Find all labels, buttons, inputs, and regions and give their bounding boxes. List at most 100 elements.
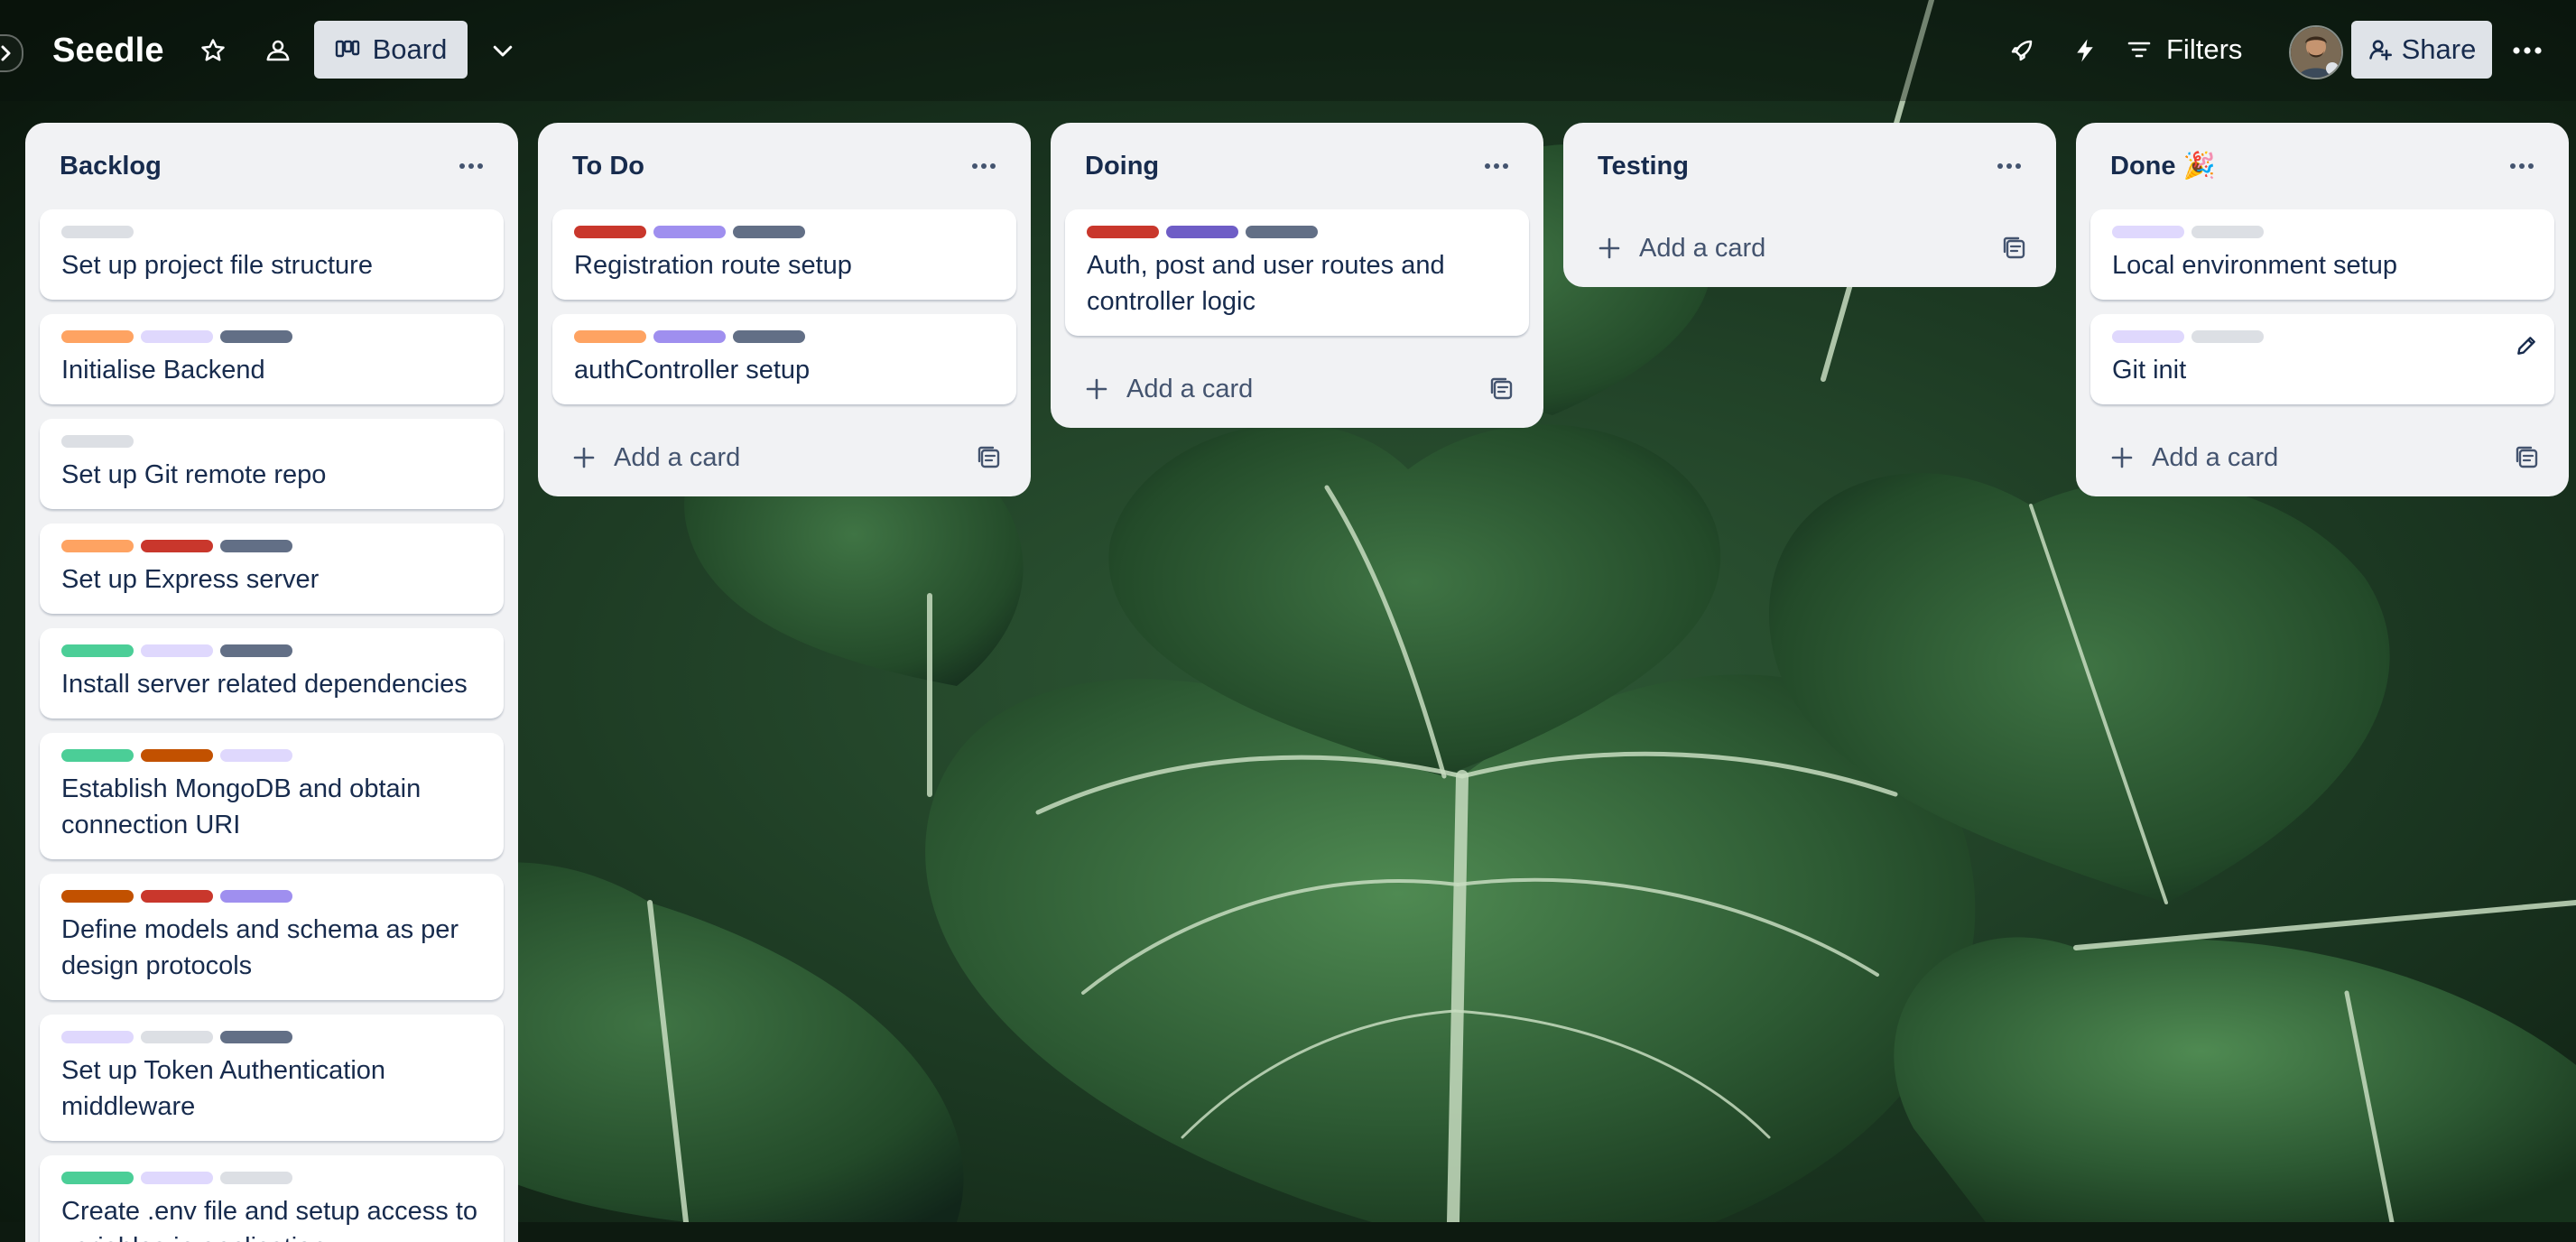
- create-from-template-button[interactable]: [1484, 371, 1520, 407]
- add-card-button[interactable]: Add a card: [2110, 443, 2278, 473]
- add-card-button[interactable]: Add a card: [1085, 375, 1253, 404]
- card-label-red[interactable]: [141, 890, 213, 903]
- list-header[interactable]: To Do: [552, 123, 1016, 209]
- list-2[interactable]: Doing Auth, post and user routes and con…: [1051, 123, 1543, 428]
- card-label-lavender[interactable]: [141, 330, 213, 343]
- card-title: Define models and schema as per design p…: [61, 915, 459, 980]
- view-switcher-button[interactable]: [479, 27, 526, 74]
- card-list: Auth, post and user routes and controlle…: [1065, 209, 1529, 336]
- list-menu-button[interactable]: [451, 146, 491, 186]
- card-label-orange[interactable]: [574, 330, 646, 343]
- card-label-orange[interactable]: [61, 330, 134, 343]
- card-labels: [61, 749, 482, 762]
- card-labels: [61, 435, 482, 448]
- list-1[interactable]: To Do Registration route setup authContr…: [538, 123, 1031, 496]
- list-header[interactable]: Testing: [1578, 123, 2042, 209]
- card-label-rust[interactable]: [61, 890, 134, 903]
- create-from-template-button[interactable]: [2509, 440, 2545, 476]
- card-label-slate[interactable]: [733, 226, 805, 238]
- card-label-slate[interactable]: [220, 644, 292, 657]
- card-label-slate[interactable]: [733, 330, 805, 343]
- list-header[interactable]: Backlog: [40, 123, 504, 209]
- card[interactable]: Registration route setup: [552, 209, 1016, 300]
- card[interactable]: Set up Git remote repo: [40, 419, 504, 509]
- card[interactable]: Auth, post and user routes and controlle…: [1065, 209, 1529, 336]
- list-menu-button[interactable]: [1989, 146, 2029, 186]
- card[interactable]: Set up project file structure: [40, 209, 504, 300]
- board-menu-button[interactable]: [2504, 27, 2551, 74]
- add-card-button[interactable]: Add a card: [572, 443, 740, 473]
- card-label-red[interactable]: [1087, 226, 1159, 238]
- card[interactable]: Initialise Backend: [40, 314, 504, 404]
- plus-icon: [573, 447, 595, 468]
- add-person-icon: [2368, 40, 2392, 60]
- card[interactable]: Create .env file and setup access to var…: [40, 1155, 504, 1242]
- card-list: Set up project file structure Initialise…: [40, 209, 504, 1242]
- share-button[interactable]: Share: [2351, 21, 2492, 79]
- card-label-gray[interactable]: [2191, 330, 2264, 343]
- list-0[interactable]: Backlog Set up project file structure In…: [25, 123, 518, 1242]
- create-from-template-button[interactable]: [971, 440, 1007, 476]
- card[interactable]: Establish MongoDB and obtain connection …: [40, 733, 504, 859]
- filters-button[interactable]: Filters: [2127, 23, 2242, 76]
- list-title[interactable]: Doing: [1085, 152, 1159, 181]
- sidebar-expand-button[interactable]: [0, 34, 23, 72]
- list-title[interactable]: Testing: [1598, 152, 1689, 181]
- list-4[interactable]: Done 🎉 Local environment setup Git init …: [2076, 123, 2569, 496]
- member-avatar[interactable]: [2289, 25, 2343, 79]
- card[interactable]: Install server related dependencies: [40, 628, 504, 718]
- board-title[interactable]: Seedle: [52, 27, 164, 74]
- card-label-green[interactable]: [61, 1172, 134, 1184]
- list-header[interactable]: Done 🎉: [2090, 123, 2554, 209]
- add-card-label: Add a card: [1126, 374, 1254, 403]
- list-title[interactable]: Done 🎉: [2110, 151, 2216, 181]
- card[interactable]: Set up Token Authentication middleware: [40, 1015, 504, 1141]
- card-label-gray[interactable]: [2191, 226, 2264, 238]
- list-title[interactable]: To Do: [572, 152, 644, 181]
- card[interactable]: authController setup: [552, 314, 1016, 404]
- list-3[interactable]: Testing Add a card: [1563, 123, 2056, 287]
- star-button[interactable]: [190, 27, 236, 74]
- card-label-green[interactable]: [61, 749, 134, 762]
- list-title[interactable]: Backlog: [60, 152, 162, 181]
- list-header[interactable]: Doing: [1065, 123, 1529, 209]
- board-view-button[interactable]: Board: [314, 21, 468, 79]
- card-label-lavender[interactable]: [2112, 330, 2184, 343]
- card-label-lavender[interactable]: [61, 1031, 134, 1043]
- list-menu-button[interactable]: [2502, 146, 2542, 186]
- card-label-gray[interactable]: [61, 435, 134, 448]
- list-menu-button[interactable]: [1477, 146, 1516, 186]
- card-label-green[interactable]: [61, 644, 134, 657]
- card[interactable]: Local environment setup: [2090, 209, 2554, 300]
- card[interactable]: Git init: [2090, 314, 2554, 404]
- card-label-purple[interactable]: [653, 226, 726, 238]
- card-label-slate[interactable]: [220, 540, 292, 552]
- card-label-gray[interactable]: [141, 1031, 213, 1043]
- automation-button[interactable]: [2062, 27, 2108, 74]
- card-label-lavender[interactable]: [220, 749, 292, 762]
- add-card-button[interactable]: Add a card: [1598, 234, 1765, 264]
- card-label-rust[interactable]: [141, 749, 213, 762]
- card-label-slate[interactable]: [220, 1031, 292, 1043]
- card-label-purple[interactable]: [220, 890, 292, 903]
- card-label-slate[interactable]: [220, 330, 292, 343]
- card[interactable]: Define models and schema as per design p…: [40, 874, 504, 1000]
- card-label-lavender[interactable]: [141, 644, 213, 657]
- card-label-lavender[interactable]: [2112, 226, 2184, 238]
- card-label-slate[interactable]: [1246, 226, 1318, 238]
- card-label-lavender[interactable]: [141, 1172, 213, 1184]
- power-ups-button[interactable]: [1998, 27, 2045, 74]
- list-menu-button[interactable]: [964, 146, 1004, 186]
- card[interactable]: Set up Express server: [40, 524, 504, 614]
- card-label-purple[interactable]: [653, 330, 726, 343]
- card-label-violet[interactable]: [1166, 226, 1238, 238]
- card-label-red[interactable]: [141, 540, 213, 552]
- card-template-icon: [2516, 446, 2538, 468]
- card-label-gray[interactable]: [220, 1172, 292, 1184]
- create-from-template-button[interactable]: [1997, 230, 2033, 266]
- card-label-orange[interactable]: [61, 540, 134, 552]
- card-label-gray[interactable]: [61, 226, 134, 238]
- card-edit-button[interactable]: [2515, 334, 2538, 362]
- card-label-red[interactable]: [574, 226, 646, 238]
- board-visibility-button[interactable]: [255, 27, 301, 74]
